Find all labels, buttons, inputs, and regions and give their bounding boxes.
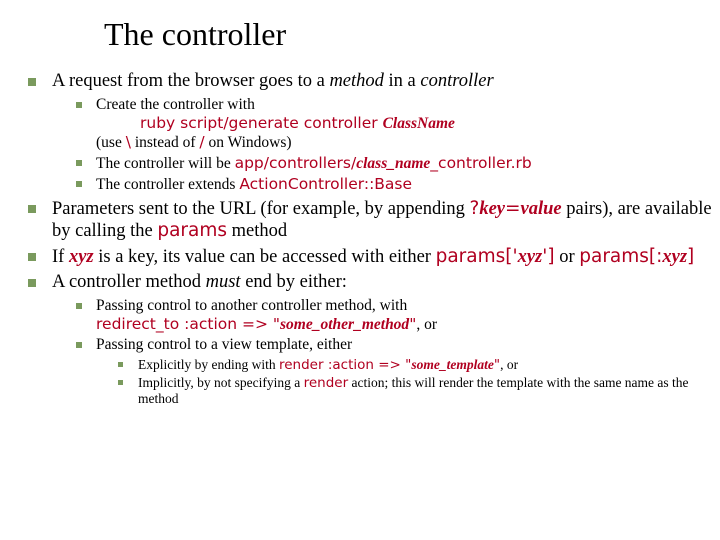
code-red: params[: <box>579 246 662 267</box>
text: Passing control to another controller me… <box>96 297 407 314</box>
code-red: params[' <box>436 246 518 267</box>
code-red: ? <box>470 198 480 219</box>
code-red-italic: ClassName <box>383 115 455 132</box>
code-red: params <box>157 220 227 241</box>
code-red: ActionController::Base <box>239 175 412 193</box>
code-red-italic: some_other_method <box>280 316 409 333</box>
sub-sub-item: Implicitly, by not specifying a render a… <box>118 375 720 407</box>
code-red: render <box>304 375 349 391</box>
code-red: _controller.rb <box>430 154 531 172</box>
code-red-italic: some_template <box>411 357 493 372</box>
text: end by either: <box>241 272 347 292</box>
sub-item: The controller extends ActionController:… <box>74 175 720 194</box>
code-red: '] <box>542 246 554 267</box>
sub-list: Passing control to another controller me… <box>74 297 720 407</box>
text-italic: controller <box>420 71 493 91</box>
text: , or <box>416 316 437 333</box>
text: on Windows) <box>205 134 292 151</box>
sub-item: Create the controller with ruby script/g… <box>74 96 720 152</box>
sub-item: Passing control to another controller me… <box>74 297 720 334</box>
code-red-italic: class_name <box>356 155 430 172</box>
text: A controller method <box>52 272 206 292</box>
bullet-item: If xyz is a key, its value can be access… <box>22 246 720 268</box>
text: Create the controller with <box>96 96 255 113</box>
text: A request from the browser goes to a <box>52 71 329 91</box>
text-italic: must <box>206 272 241 292</box>
slide-title: The controller <box>104 16 720 53</box>
sub-item: Passing control to a view template, eith… <box>74 336 720 407</box>
text-italic: method <box>329 71 383 91</box>
bullet-item: Parameters sent to the URL (for example,… <box>22 198 720 242</box>
text: Explicitly by ending with <box>138 357 279 372</box>
bullet-item: A controller method must end by either: … <box>22 272 720 407</box>
sub-list: Create the controller with ruby script/g… <box>74 96 720 194</box>
text: Implicitly, by not specifying a <box>138 375 304 390</box>
code-red: ruby script/generate controller <box>140 114 383 132</box>
bullet-item: A request from the browser goes to a met… <box>22 71 720 194</box>
text: , or <box>500 357 518 372</box>
code-red: render :action => " <box>279 357 411 373</box>
text: in a <box>384 71 420 91</box>
code-red: redirect_to :action => " <box>96 315 280 333</box>
sub-sub-list: Explicitly by ending with render :action… <box>118 357 720 407</box>
text: (use <box>96 134 126 151</box>
text: Parameters sent to the URL (for example,… <box>52 199 470 219</box>
code-red: = <box>505 198 521 219</box>
sub-sub-item: Explicitly by ending with render :action… <box>118 357 720 373</box>
code-red-italic: xyz <box>518 247 543 267</box>
code-red-italic: value <box>521 199 562 219</box>
bullet-list: A request from the browser goes to a met… <box>22 71 720 407</box>
text: or <box>555 247 580 267</box>
code-red-italic: xyz <box>69 247 94 267</box>
code-red: app/controllers/ <box>235 154 357 172</box>
code-red: ] <box>687 246 694 267</box>
text: If <box>52 247 69 267</box>
code-red-italic: xyz <box>662 247 687 267</box>
code-red-italic: key <box>479 199 505 219</box>
text: The controller extends <box>96 176 239 193</box>
text: The controller will be <box>96 155 235 172</box>
text: Passing control to a view template, eith… <box>96 336 352 353</box>
text: is a key, its value can be accessed with… <box>94 247 436 267</box>
sub-item: The controller will be app/controllers/c… <box>74 154 720 173</box>
text: instead of <box>131 134 199 151</box>
text: method <box>227 221 287 241</box>
